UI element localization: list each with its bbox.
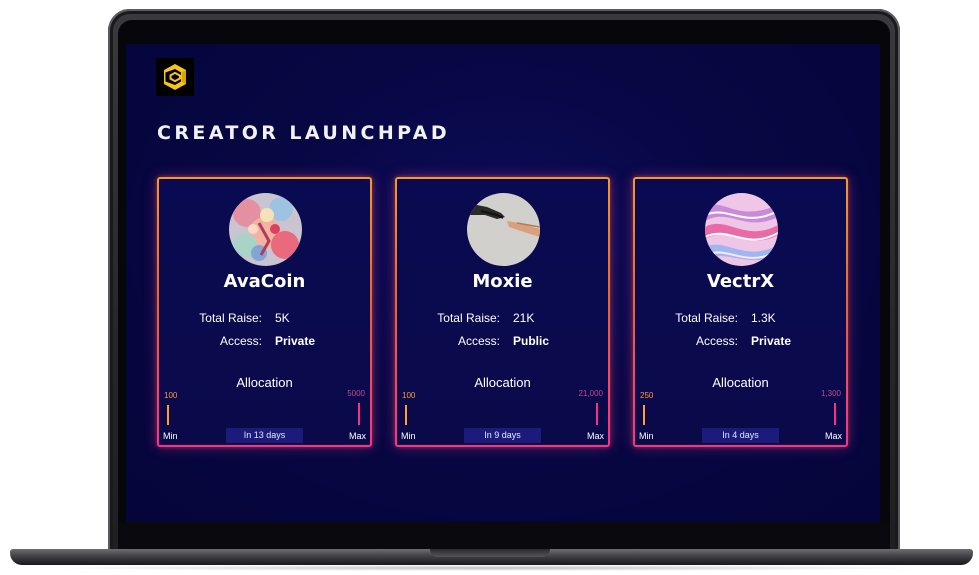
allocation-max-value: 5000 — [347, 389, 365, 398]
access-value: Private — [751, 334, 792, 348]
avatar — [467, 193, 540, 266]
laptop-shadow — [40, 565, 940, 571]
total-raise-label: Total Raise: — [437, 311, 500, 325]
allocation-range-slider[interactable] — [159, 399, 370, 427]
total-raise-label: Total Raise: — [675, 311, 738, 325]
total-raise-label: Total Raise: — [199, 311, 262, 325]
countdown-badge: In 13 days — [226, 428, 303, 443]
allocation-max-value: 1,300 — [820, 389, 841, 398]
allocation-label: Allocation — [474, 375, 531, 390]
hands-reaching-photo — [467, 193, 540, 266]
min-label: Min — [401, 431, 416, 441]
access-label: Access: — [695, 334, 738, 348]
coin-name: AvaCoin — [223, 271, 306, 292]
avatar — [705, 193, 778, 266]
countdown-badge: In 9 days — [464, 428, 541, 443]
countdown-badge: In 4 days — [702, 428, 779, 443]
coin-name: Moxie — [472, 271, 533, 292]
total-raise-value: 5K — [275, 311, 290, 325]
total-raise-value: 21K — [513, 311, 535, 325]
allocation-max-value: 21,000 — [578, 389, 603, 398]
access-label: Access: — [457, 334, 500, 348]
allocation-range-slider[interactable] — [635, 399, 846, 427]
allocation-label: Allocation — [712, 375, 769, 390]
access-value: Public — [513, 334, 550, 348]
allocation-label: Allocation — [236, 375, 293, 390]
abstract-floral-painting — [229, 193, 302, 266]
total-raise-value: 1.3K — [751, 311, 776, 325]
avatar — [229, 193, 302, 266]
launch-card-vectrx[interactable]: VectrX Total Raise: 1.3K Access: Private… — [633, 177, 848, 447]
allocation-range-slider[interactable] — [397, 399, 608, 427]
min-label: Min — [163, 431, 178, 441]
logo-mark — [164, 64, 186, 90]
launch-card-moxie[interactable]: Moxie Total Raise: 21K Access: Public Al… — [395, 177, 610, 447]
max-label: Max — [348, 431, 366, 441]
laptop-hinge-notch — [430, 549, 550, 557]
access-label: Access: — [219, 334, 262, 348]
app-screen: CREATOR LAUNCHPAD AvaCoin Total Raise: 5… — [126, 44, 880, 522]
launch-card-avacoin[interactable]: AvaCoin Total Raise: 5K Access: Private … — [157, 177, 372, 447]
pink-marble-swirl — [705, 193, 778, 266]
max-label: Max — [586, 431, 604, 441]
hexagon-c-logo-icon[interactable] — [156, 58, 194, 96]
min-label: Min — [639, 431, 654, 441]
access-value: Private — [275, 334, 316, 348]
coin-name: VectrX — [706, 271, 775, 292]
max-label: Max — [824, 431, 842, 441]
page-title: CREATOR LAUNCHPAD — [157, 122, 450, 144]
